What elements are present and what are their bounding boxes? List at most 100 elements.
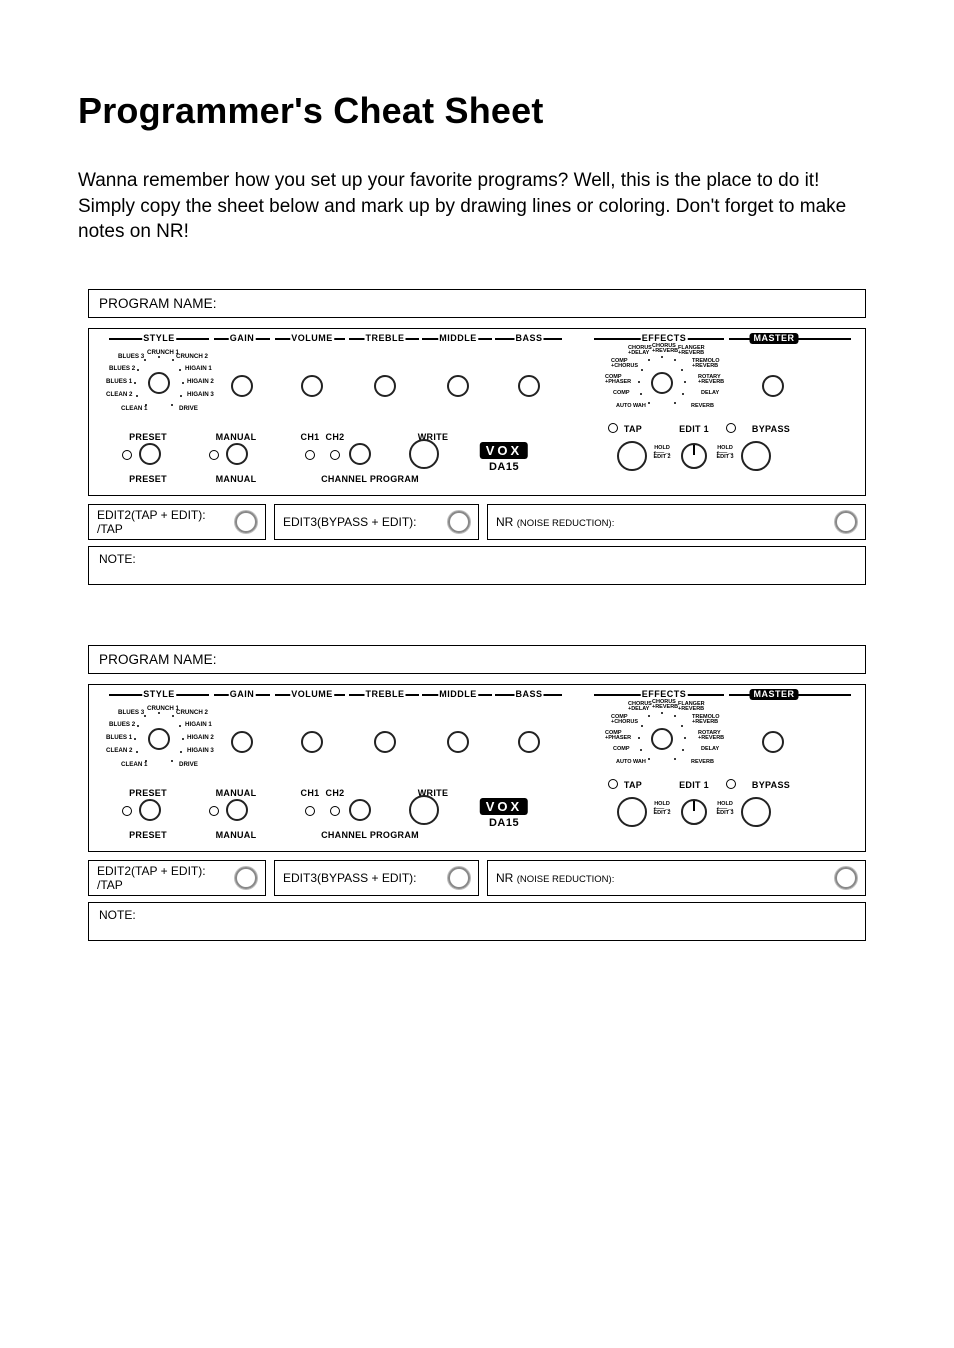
section-treble: TREBLE — [365, 689, 406, 699]
gain-knob[interactable] — [231, 731, 253, 753]
style-knob[interactable] — [148, 372, 170, 394]
tap-led — [608, 423, 618, 433]
preset-button[interactable] — [139, 443, 161, 465]
page-title: Programmer's Cheat Sheet — [78, 90, 876, 132]
preset-top-label: PRESET — [129, 788, 167, 798]
style-blues2: BLUES 2 — [109, 366, 135, 372]
ch2-label: CH2 — [326, 432, 345, 442]
preset-top-label: PRESET — [129, 432, 167, 442]
edit3-box[interactable]: EDIT3(BYPASS + EDIT): — [274, 504, 479, 540]
ch2-led — [330, 806, 340, 816]
preset-bottom-label: PRESET — [129, 474, 167, 484]
intro-text: Wanna remember how you set up your favor… — [78, 168, 876, 245]
edit2-label-a: EDIT2(TAP + EDIT): — [97, 864, 206, 878]
edit2-knob[interactable] — [235, 867, 257, 889]
tap-button[interactable] — [617, 797, 647, 827]
effects-knob[interactable] — [651, 372, 673, 394]
style-clean1: CLEAN 1 — [121, 406, 147, 412]
gain-knob[interactable] — [231, 375, 253, 397]
bass-knob[interactable] — [518, 375, 540, 397]
bypass-button[interactable] — [741, 797, 771, 827]
edit3-knob[interactable] — [448, 867, 470, 889]
manual-button[interactable] — [226, 799, 248, 821]
treble-knob[interactable] — [374, 731, 396, 753]
eff-chorus-reverb: CHORUS+REVERB — [652, 700, 678, 711]
eff-flanger-reverb: FLANGER+REVERB — [678, 346, 705, 357]
vox-logo: VOX DA15 — [480, 442, 528, 473]
manual-button[interactable] — [226, 443, 248, 465]
master-knob[interactable] — [762, 731, 784, 753]
bass-knob[interactable] — [518, 731, 540, 753]
program-name-field[interactable]: PROGRAM NAME: — [88, 289, 866, 318]
bypass-label: BYPASS — [752, 424, 790, 434]
nr-knob[interactable] — [835, 867, 857, 889]
style-blues3: BLUES 3 — [118, 710, 144, 716]
tap-label: TAP — [624, 780, 642, 790]
style-drive: DRIVE — [179, 762, 198, 768]
hold-edit3: HOLD ⟵→ EDIT 3 — [710, 445, 740, 460]
hold-edit3: HOLD ⟵→ EDIT 3 — [710, 801, 740, 816]
nr-sub: (NOISE REDUCTION): — [517, 518, 615, 529]
style-higain3: HIGAIN 3 — [187, 748, 214, 754]
style-knob[interactable] — [148, 728, 170, 750]
edit2-box[interactable]: EDIT2(TAP + EDIT): /TAP — [88, 860, 266, 896]
model-text: DA15 — [480, 461, 528, 473]
section-style: STYLE — [142, 689, 176, 699]
style-higain2: HIGAIN 2 — [187, 735, 214, 741]
nr-knob[interactable] — [835, 511, 857, 533]
program-name-field[interactable]: PROGRAM NAME: — [88, 645, 866, 674]
vox-logo: VOX DA15 — [480, 798, 528, 829]
eff-chorus-delay: CHORUS+DELAY — [628, 702, 652, 713]
section-middle: MIDDLE — [438, 333, 478, 343]
bypass-button[interactable] — [741, 441, 771, 471]
section-volume: VOLUME — [290, 689, 334, 699]
nr-label: NR — [496, 515, 513, 529]
master-knob[interactable] — [762, 375, 784, 397]
ch1-label: CH1 — [301, 432, 320, 442]
preset-button[interactable] — [139, 799, 161, 821]
note-field[interactable]: NOTE: — [88, 902, 866, 941]
effects-knob[interactable] — [651, 728, 673, 750]
style-higain1: HIGAIN 1 — [185, 366, 212, 372]
section-bass: BASS — [514, 333, 543, 343]
style-clean1: CLEAN 1 — [121, 762, 147, 768]
edit3-knob[interactable] — [448, 511, 470, 533]
model-text: DA15 — [480, 817, 528, 829]
ch1-led — [305, 450, 315, 460]
nr-label: NR — [496, 871, 513, 885]
tap-led — [608, 779, 618, 789]
eff-comp-chorus: COMP+CHORUS — [611, 715, 638, 726]
nr-box[interactable]: NR (NOISE REDUCTION): — [487, 860, 866, 896]
channel-selector-knob[interactable] — [349, 799, 371, 821]
treble-knob[interactable] — [374, 375, 396, 397]
write-knob[interactable] — [409, 795, 439, 825]
middle-knob[interactable] — [447, 731, 469, 753]
channel-program-label: CHANNEL PROGRAM — [321, 830, 419, 840]
nr-box[interactable]: NR (NOISE REDUCTION): — [487, 504, 866, 540]
volume-knob[interactable] — [301, 731, 323, 753]
note-field[interactable]: NOTE: — [88, 546, 866, 585]
preset-led — [122, 450, 132, 460]
vox-text: VOX — [480, 798, 528, 816]
channel-selector-knob[interactable] — [349, 443, 371, 465]
eff-tremolo-reverb: TREMOLO+REVERB — [692, 715, 720, 726]
edit3-box[interactable]: EDIT3(BYPASS + EDIT): — [274, 860, 479, 896]
preset-bottom-label: PRESET — [129, 830, 167, 840]
edit2-knob[interactable] — [235, 511, 257, 533]
ch1-label: CH1 — [301, 788, 320, 798]
eff-delay: DELAY — [701, 747, 719, 753]
middle-knob[interactable] — [447, 375, 469, 397]
style-higain1: HIGAIN 1 — [185, 722, 212, 728]
hold-edit2: HOLD ⟵→ EDIT 2 — [647, 445, 677, 460]
edit2-box[interactable]: EDIT2(TAP + EDIT): /TAP — [88, 504, 266, 540]
tap-button[interactable] — [617, 441, 647, 471]
style-crunch1: CRUNCH 1 — [147, 350, 179, 356]
eff-chorus-reverb: CHORUS+REVERB — [652, 344, 678, 355]
edit2-label-b: /TAP — [97, 522, 123, 536]
eff-autowah: AUTO WAH — [616, 760, 646, 766]
style-higain2: HIGAIN 2 — [187, 379, 214, 385]
volume-knob[interactable] — [301, 375, 323, 397]
write-knob[interactable] — [409, 439, 439, 469]
section-volume: VOLUME — [290, 333, 334, 343]
bypass-led — [726, 779, 736, 789]
